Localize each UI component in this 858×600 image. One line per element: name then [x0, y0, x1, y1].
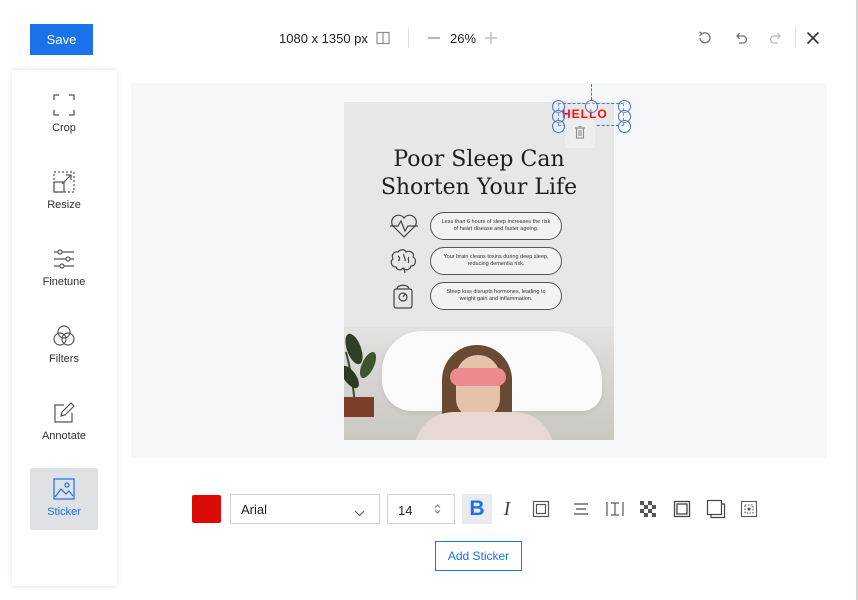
tool-resize[interactable]: Resize — [30, 161, 98, 223]
image-dimensions: 1080 x 1350 px — [279, 31, 368, 46]
compare-icon[interactable] — [375, 30, 391, 46]
sleeping-woman-photo — [344, 327, 614, 440]
sticker-icon — [51, 476, 77, 502]
tool-label: Finetune — [42, 276, 86, 288]
font-family-value: Arial — [241, 502, 268, 517]
header-divider-right — [795, 28, 796, 48]
rotate-handle[interactable] — [585, 100, 598, 113]
tool-filters[interactable]: Filters — [30, 315, 98, 377]
heart-pulse-icon — [388, 212, 420, 240]
poster-image: Poor Sleep Can Shorten Your Life Less th… — [344, 102, 614, 440]
tool-sticker[interactable]: Sticker — [30, 468, 98, 530]
reset-icon[interactable] — [697, 30, 713, 46]
add-sticker-button[interactable]: Add Sticker — [435, 541, 522, 571]
tool-label: Sticker — [47, 506, 81, 518]
border-icon[interactable] — [671, 498, 693, 520]
align-center-icon[interactable] — [570, 498, 592, 520]
delete-sticker-button[interactable] — [565, 120, 595, 148]
tool-annotate[interactable]: Annotate — [30, 392, 98, 454]
shadow-icon[interactable] — [705, 498, 727, 520]
stepper-arrows-icon[interactable] — [434, 503, 441, 518]
poster-info-row: Your brain cleans toxins during deep sle… — [388, 247, 568, 275]
tool-crop[interactable]: Crop — [30, 84, 98, 146]
transparency-icon[interactable] — [637, 498, 659, 520]
bold-button[interactable]: B — [462, 494, 492, 524]
poster-info-row: Sleep loss disrupts hormones, leading to… — [388, 282, 568, 310]
poster-title-line: Shorten Your Life — [380, 175, 578, 200]
resize-handle-bottom-right[interactable] — [618, 120, 631, 133]
plant-icon — [344, 333, 377, 417]
font-size-stepper[interactable]: 14 — [387, 494, 455, 524]
tool-finetune[interactable]: Finetune — [30, 238, 98, 300]
close-icon[interactable] — [805, 30, 821, 46]
zoom-level: 26% — [450, 31, 477, 46]
rotate-handle-line — [591, 84, 592, 100]
tool-label: Filters — [49, 353, 79, 365]
sleep-mask-shape — [450, 368, 506, 386]
redo-icon[interactable] — [768, 30, 784, 46]
poster-title: Poor Sleep Can Shorten Your Life — [344, 146, 614, 202]
zoom-in-icon[interactable] — [483, 30, 499, 46]
crop-icon — [51, 92, 77, 118]
tool-label: Resize — [47, 199, 81, 211]
resize-icon — [51, 169, 77, 195]
poster-info-row: Less than 6 hours of sleep increases the… — [388, 212, 568, 240]
scale-icon — [388, 282, 420, 310]
annotate-icon — [51, 400, 77, 426]
finetune-icon — [51, 246, 77, 272]
poster-info-pill: Your brain cleans toxins during deep sle… — [430, 247, 562, 275]
poster-info-pill: Less than 6 hours of sleep increases the… — [430, 212, 562, 240]
zoom-out-icon[interactable] — [426, 30, 442, 46]
save-button[interactable]: Save — [30, 24, 93, 55]
tool-label: Crop — [52, 122, 76, 134]
resize-handle-bottom-left[interactable] — [552, 120, 565, 133]
filters-icon — [51, 323, 77, 349]
tool-label: Annotate — [41, 430, 87, 442]
text-resize-icon[interactable] — [604, 498, 626, 520]
face-shape — [456, 355, 500, 417]
font-size-value: 14 — [398, 503, 413, 518]
text-box-icon[interactable] — [530, 498, 552, 520]
poster-info-pill: Sleep loss disrupts hormones, leading to… — [430, 282, 562, 310]
brain-icon — [388, 247, 420, 275]
text-color-swatch[interactable] — [192, 495, 221, 523]
chevron-down-icon — [354, 505, 365, 520]
italic-button[interactable]: I — [495, 494, 519, 524]
undo-icon[interactable] — [733, 30, 749, 46]
padding-icon[interactable] — [738, 498, 760, 520]
trash-icon — [573, 125, 587, 144]
font-family-select[interactable]: Arial — [230, 494, 380, 524]
header-divider — [408, 28, 409, 48]
shirt-shape — [414, 412, 554, 440]
poster-title-line: Poor Sleep Can — [393, 147, 565, 172]
tools-sidebar: Crop Resize Finetune Filters Annotate St… — [12, 70, 117, 586]
